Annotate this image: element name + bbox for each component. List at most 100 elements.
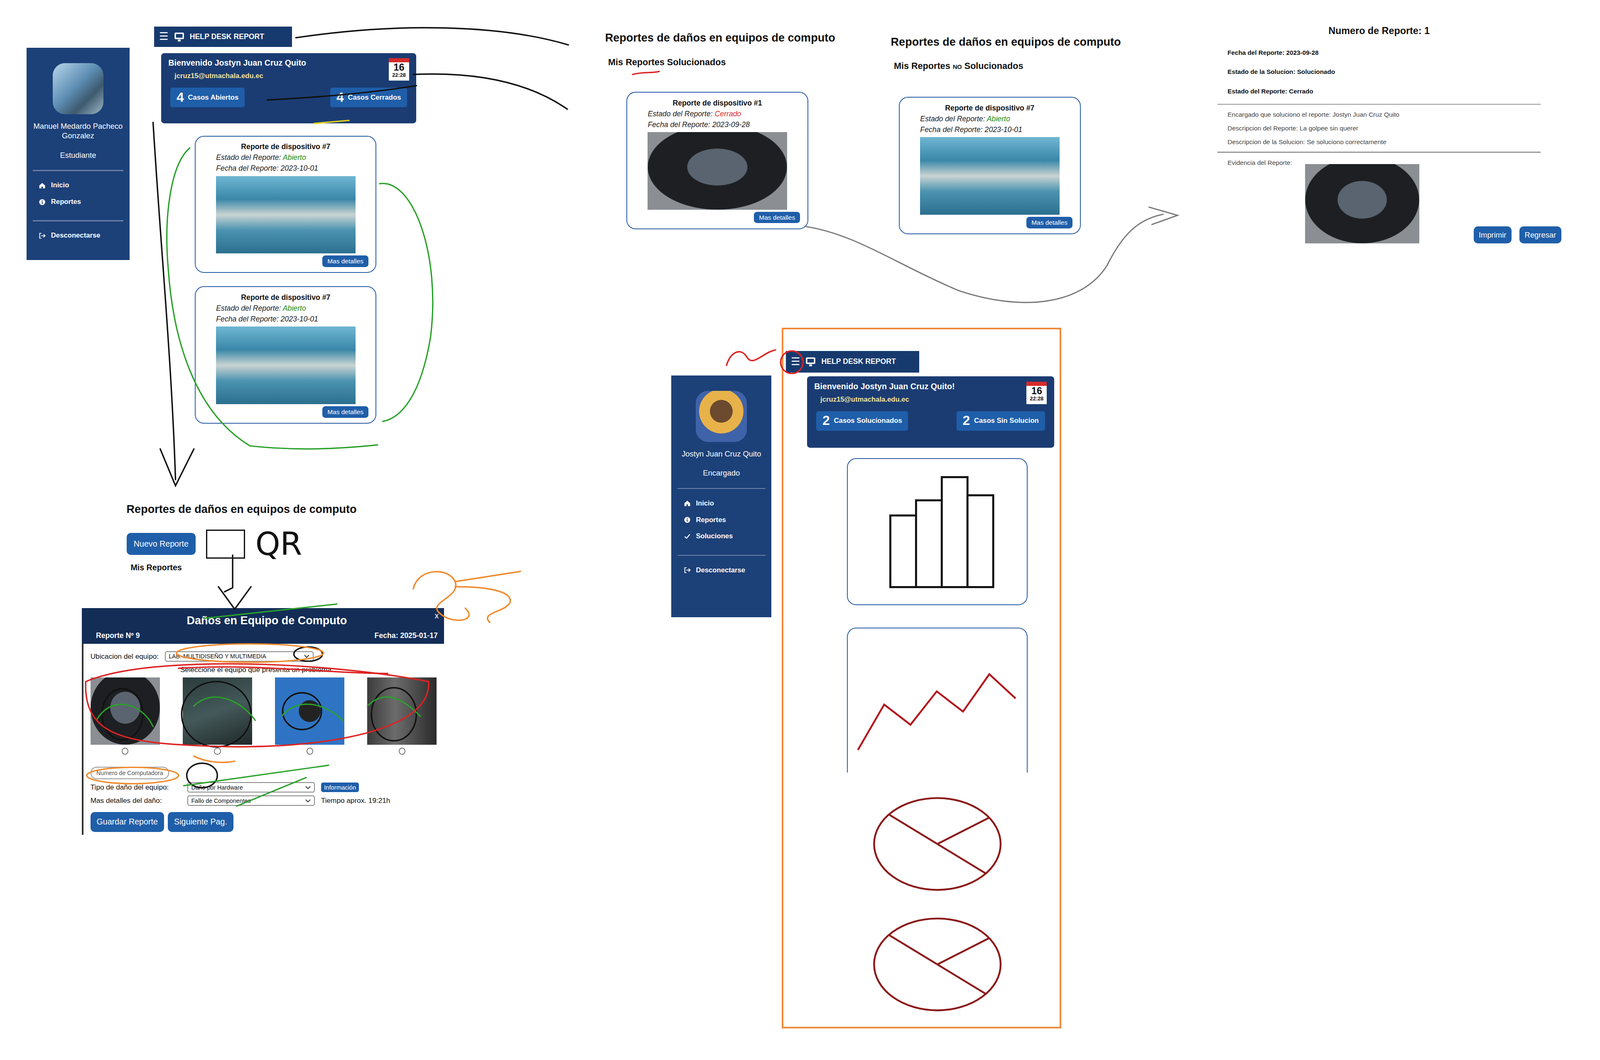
report-list: Reporte de dispositivo #7Estado del Repo… [194, 135, 377, 424]
case-counter-button[interactable]: 4Casos Abiertos [170, 87, 245, 108]
report-list: Reporte de dispositivo #7Estado del Repo… [898, 96, 1081, 235]
sidebar-item[interactable]: Reportes [26, 193, 130, 211]
equipment-radio[interactable] [213, 747, 221, 755]
details-select[interactable]: Fallo de Componentes [187, 795, 315, 806]
annotation-arrow [806, 214, 1164, 303]
logout-icon [683, 566, 691, 574]
equipment-photo [90, 677, 160, 745]
close-button[interactable]: x [434, 611, 439, 621]
report-status: Estado del Reporte: Cerrado [634, 109, 801, 119]
equipment-prompt: Seleccione el equipo que presenta un pro… [180, 665, 437, 675]
annotation-circle [293, 646, 323, 661]
user-role: Estudiante [59, 150, 96, 160]
annotation-stroke [236, 777, 307, 807]
details-button[interactable]: Mas detalles [322, 406, 369, 418]
modal-header: Daños en Equipo de ComputoxReporte Nº 9F… [81, 608, 445, 644]
app-header: ☰HELP DESK REPORT [154, 26, 293, 47]
page-subtitle: Mis Reportes NO Solucionados [893, 60, 1122, 72]
user-name: Jostyn Juan Cruz Quito [677, 449, 766, 459]
computer-number-input[interactable]: Numero de Computadora [90, 766, 170, 780]
sidebar-item[interactable]: Desconectarse [26, 227, 130, 245]
report-date: Fecha: 2025-01-17 [374, 631, 438, 641]
report-date: Fecha del Reporte: 2023-10-01 [202, 314, 369, 324]
divider [32, 220, 124, 221]
page-title: Reportes de daños en equipos de computo [605, 31, 836, 45]
calendar-day: 16 [393, 62, 405, 73]
divider [1217, 103, 1542, 105]
case-counter-button[interactable]: 2Casos Solucionados [816, 411, 908, 431]
equipment-radio[interactable] [121, 747, 129, 755]
annotation-layer [0, 0, 1600, 1060]
equipment-option[interactable] [274, 677, 345, 755]
report-photo [647, 132, 788, 210]
pie-slice-edge [937, 844, 986, 874]
detail-action-button[interactable]: Imprimir [1473, 226, 1512, 244]
qr-sketch-box [206, 529, 246, 559]
annotation-circle [282, 692, 322, 730]
pie-slice-edge [937, 937, 989, 965]
detail-summary-line: Estado de la Solucion: Solucionado [1227, 68, 1561, 76]
evidence-label: Evidencia del Reporte: [1217, 159, 1306, 167]
equipment-radio[interactable] [306, 747, 314, 755]
report-photo [215, 176, 356, 254]
annotation-circle [186, 763, 218, 788]
sidebar-item[interactable]: Inicio [26, 177, 130, 194]
equipment-option[interactable] [90, 677, 160, 755]
menu-button[interactable]: ☰ [790, 356, 800, 368]
app-header: ☰ HELP DESK REPORT [785, 350, 920, 373]
new-report-page: Reportes de daños en equipos de computoN… [126, 503, 357, 573]
details-button[interactable]: Mas detalles [1026, 216, 1073, 229]
report-date: Fecha del Reporte: 2023-09-28 [634, 120, 801, 130]
annotation-stroke [193, 755, 235, 763]
detail-info-line: Encargado que soluciono el reporte: Jost… [1227, 110, 1561, 119]
chart-bar [941, 477, 968, 588]
equipment-option[interactable] [182, 677, 253, 755]
logout-icon [38, 232, 46, 240]
details-button[interactable]: Mas detalles [753, 211, 800, 224]
damage-type-select[interactable]: Daño por Hardware [187, 782, 315, 793]
chevron-down-icon [304, 798, 312, 803]
sidebar-item[interactable]: Inicio [671, 495, 772, 512]
menu-button[interactable]: ☰ [159, 31, 169, 42]
user-name: Manuel Medardo Pacheco Gonzalez [26, 121, 130, 141]
annotation-arrowhead [218, 586, 252, 610]
annotation-circle [102, 688, 143, 740]
annotation-circle [780, 350, 803, 374]
avatar-photo [695, 390, 747, 442]
page-heading: Reportes de daños en equipos de computoM… [890, 35, 1122, 72]
annotation-arrowhead [1148, 207, 1178, 225]
pie-slice-edge [888, 814, 938, 844]
equipment-option[interactable] [367, 677, 437, 755]
report-photo [920, 137, 1061, 215]
location-select[interactable]: LAB. MULTIDISEÑO Y MULTIMEDIA [164, 651, 315, 662]
details-label: Mas detalles del daño: [90, 796, 182, 805]
user-role: Encargado [702, 468, 740, 478]
annotation-circle [371, 687, 417, 742]
info-button[interactable]: Información [321, 782, 360, 793]
pie-chart-sketch [871, 795, 1004, 894]
page-subtitle: Mis Reportes Solucionados [608, 56, 836, 68]
bar-chart-sketch [846, 458, 1028, 606]
case-counter-button[interactable]: 4Casos Cerrados [330, 87, 408, 108]
detail-action-button[interactable]: Regresar [1519, 226, 1561, 244]
divider [32, 169, 124, 171]
chart-bar [967, 495, 994, 587]
info-icon [38, 198, 46, 206]
new-report-button[interactable]: Nuevo Reporte [126, 532, 196, 555]
sidebar: Jostyn Juan Cruz Quito Encargado InicioRep… [671, 375, 772, 618]
report-date: Fecha del Reporte: 2023-10-01 [906, 125, 1073, 135]
report-card: Reporte de dispositivo #7Estado del Repo… [194, 286, 377, 424]
annotation-underline [314, 120, 350, 124]
app-title: HELP DESK REPORT [821, 357, 896, 366]
sidebar-item[interactable]: Soluciones [671, 527, 772, 545]
modal-action-button[interactable]: Siguiente Pag. [167, 812, 234, 832]
equipment-radio[interactable] [398, 747, 406, 755]
detail-summary-line: Estado del Reporte: Cerrado [1227, 87, 1561, 95]
report-detail: Numero de Reporte: 1Fecha del Reporte: 2… [1217, 25, 1562, 244]
sidebar-item[interactable]: Desconectarse [671, 561, 772, 579]
details-button[interactable]: Mas detalles [322, 255, 369, 268]
case-counter-button[interactable]: 2Casos Sin Solucion [956, 411, 1046, 431]
sidebar-item[interactable]: Reportes [671, 511, 772, 529]
modal-action-button[interactable]: Guardar Reporte [90, 812, 165, 832]
home-icon [683, 499, 691, 507]
